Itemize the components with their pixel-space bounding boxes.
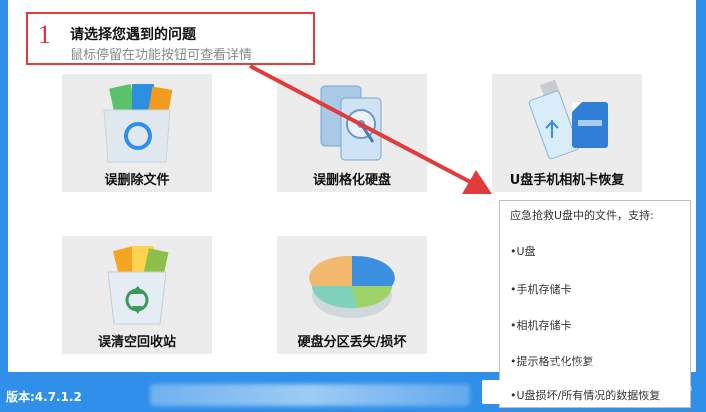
tile-partition-lost[interactable]: 硬盘分区丢失/损坏 — [277, 236, 427, 354]
tooltip-item: •手机存储卡 — [510, 283, 572, 296]
version-label: 版本:4.7.1.2 — [6, 390, 82, 404]
pie-chart-icon — [309, 255, 395, 318]
step-hint-box: 1 请选择您遇到的问题 鼠标停留在功能按钮可查看详情 — [26, 12, 315, 65]
tile-label: 误删格化硬盘 — [312, 173, 391, 188]
step-number: 1 — [38, 20, 51, 49]
folder-recycle-icon — [103, 84, 173, 163]
recycle-bin-icon — [107, 245, 169, 325]
tile-deleted-files[interactable]: 误删除文件 — [62, 74, 212, 192]
watermark-text: 经验 — [545, 361, 602, 391]
hard-disk-icon — [320, 85, 382, 161]
tooltip-header: 应急抢救U盘中的文件，支持: — [510, 209, 654, 222]
watermark-url: jingyan.baidu.com — [600, 383, 693, 394]
tooltip-item: •相机存储卡 — [510, 319, 572, 332]
tile-formatted-disk[interactable]: 误删格化硬盘 — [277, 74, 427, 192]
blurred-footer-content — [150, 384, 470, 406]
tile-label: 误删除文件 — [104, 173, 170, 188]
tile-label: 硬盘分区丢失/损坏 — [297, 335, 407, 350]
hint-subtitle: 鼠标停留在功能按钮可查看详情 — [70, 48, 253, 63]
tile-label: 误清空回收站 — [97, 335, 176, 350]
usb-sdcard-icon — [528, 80, 608, 160]
tile-recycle-bin[interactable]: 误清空回收站 — [62, 236, 212, 354]
tile-label: U盘手机相机卡恢复 — [509, 173, 625, 188]
tooltip-item: •U盘 — [510, 245, 536, 258]
app-window: 1 请选择您遇到的问题 鼠标停留在功能按钮可查看详情 误删除文件 误删格化硬盘 — [0, 0, 706, 412]
tile-usb-card-recovery[interactable]: U盘手机相机卡恢复 — [492, 74, 642, 192]
avatar[interactable] — [482, 380, 504, 404]
hint-title: 请选择您遇到的问题 — [70, 27, 196, 43]
